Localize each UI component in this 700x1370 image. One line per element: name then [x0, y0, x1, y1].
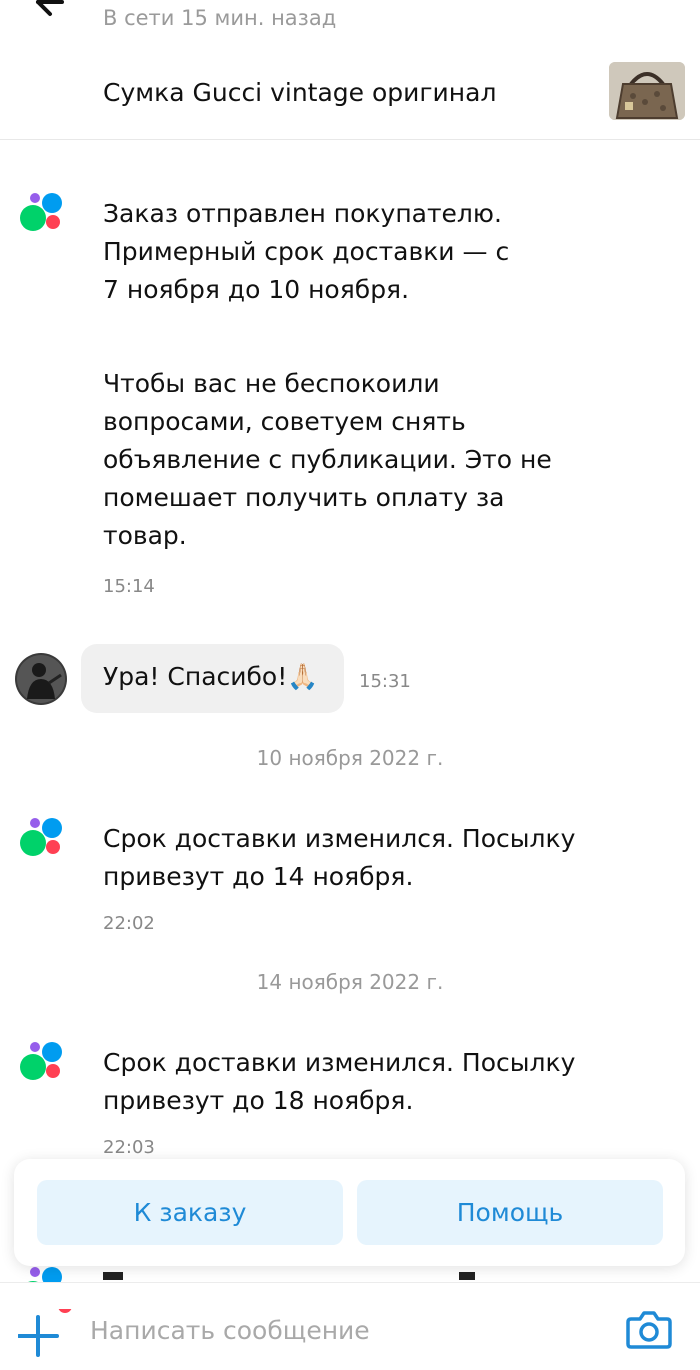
online-status: В сети 15 мин. назад: [103, 6, 337, 30]
plus-icon[interactable]: [18, 1309, 74, 1365]
message-time: 22:02: [103, 913, 155, 934]
chat-header: В сети 15 мин. назад: [0, 0, 700, 47]
user-avatar[interactable]: [15, 653, 67, 705]
bag-photo-icon: [609, 62, 685, 120]
notification-dot-icon: [58, 1309, 72, 1313]
user-photo-icon: [15, 653, 67, 705]
to-order-button[interactable]: К заказу: [37, 1180, 343, 1245]
message-time: 15:14: [103, 576, 155, 597]
message-text-cropped: [103, 1272, 475, 1280]
message-input[interactable]: [88, 1307, 592, 1353]
back-arrow-icon[interactable]: [26, 0, 66, 20]
message-time: 15:31: [359, 671, 411, 692]
message-composer: [0, 1282, 700, 1370]
avito-logo-icon: [24, 1267, 62, 1284]
listing-card[interactable]: Сумка Gucci vintage оригинал: [0, 46, 700, 140]
avito-logo-icon: [20, 193, 62, 231]
avito-logo-icon: [20, 818, 62, 856]
avito-logo-icon: [20, 1042, 62, 1080]
camera-icon[interactable]: [625, 1305, 673, 1353]
listing-title[interactable]: Сумка Gucci vintage оригинал: [103, 78, 496, 107]
date-separator: 10 ноября 2022 г.: [256, 746, 444, 770]
order-actions-panel: К заказу Помощь: [14, 1159, 685, 1266]
message-text: Чтобы вас не беспокоили вопросами, совет…: [103, 369, 552, 550]
message-text: Заказ отправлен покупателю. Примерный ср…: [103, 199, 510, 304]
help-button[interactable]: Помощь: [357, 1180, 663, 1245]
message-text: Срок доставки изменился. Посылку привезу…: [103, 1048, 576, 1115]
date-separator: 14 ноября 2022 г.: [256, 970, 444, 994]
message-text: Ура! Спасибо!🙏🏻: [103, 662, 319, 691]
message-text: Срок доставки изменился. Посылку привезу…: [103, 824, 576, 891]
listing-thumbnail[interactable]: [609, 62, 685, 120]
message-time: 22:03: [103, 1137, 155, 1158]
message-bubble[interactable]: Ура! Спасибо!🙏🏻: [81, 644, 344, 713]
